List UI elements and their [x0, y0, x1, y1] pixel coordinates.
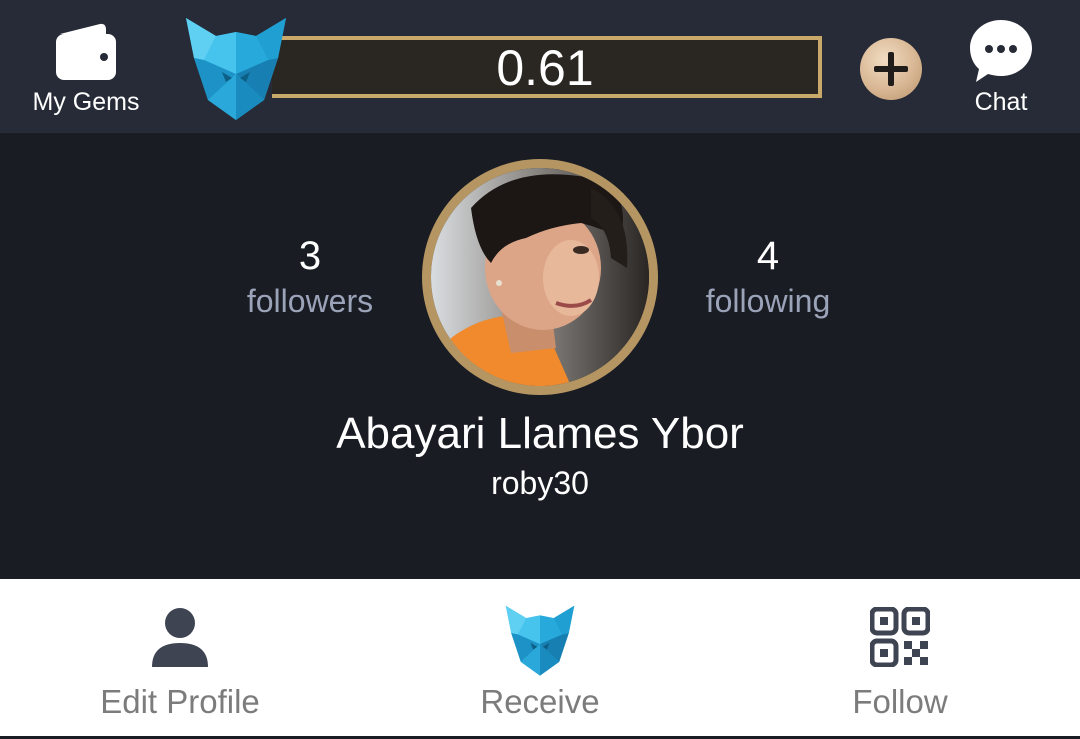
- edit-profile-button[interactable]: Edit Profile: [0, 579, 360, 736]
- my-gems-label: My Gems: [32, 88, 140, 116]
- my-gems-button[interactable]: My Gems: [22, 18, 150, 126]
- profile-photo-icon: [431, 168, 649, 386]
- chat-bubble-icon: [970, 20, 1032, 82]
- username: roby30: [491, 465, 589, 501]
- edit-profile-label: Edit Profile: [100, 683, 260, 720]
- wallet-icon: [56, 23, 116, 80]
- following-stat[interactable]: 4 following: [658, 233, 878, 323]
- receive-label: Receive: [480, 683, 600, 720]
- display-name: Abayari Llames Ybor: [336, 409, 744, 458]
- balance-display: 0.61: [180, 14, 830, 122]
- balance-value: 0.61: [496, 40, 594, 96]
- top-bar: My Gems 0.61 Chat: [0, 0, 1080, 133]
- chat-label: Chat: [974, 88, 1028, 116]
- followers-count: 3: [298, 234, 322, 278]
- qr-code-icon: [870, 607, 930, 667]
- following-label: following: [705, 283, 831, 319]
- bottom-action-bar: Edit Profile Receive Follow: [0, 579, 1080, 736]
- person-icon: [152, 608, 208, 667]
- avatar-photo: [431, 168, 649, 386]
- fox-logo-icon: [186, 18, 286, 120]
- followers-label: followers: [246, 283, 374, 319]
- follow-button[interactable]: Follow: [720, 579, 1080, 736]
- chat-button[interactable]: Chat: [958, 18, 1044, 126]
- followers-stat[interactable]: 3 followers: [200, 233, 420, 323]
- fox-logo-icon: [505, 605, 575, 676]
- add-funds-button[interactable]: [860, 38, 922, 100]
- following-count: 4: [756, 234, 780, 278]
- balance-box: 0.61: [272, 36, 822, 98]
- receive-button[interactable]: Receive: [360, 579, 720, 736]
- avatar[interactable]: [422, 159, 658, 395]
- plus-icon: [874, 52, 908, 86]
- follow-label: Follow: [852, 683, 948, 720]
- profile-section: 3 followers 4 following Abayari Llames Y…: [0, 133, 1080, 579]
